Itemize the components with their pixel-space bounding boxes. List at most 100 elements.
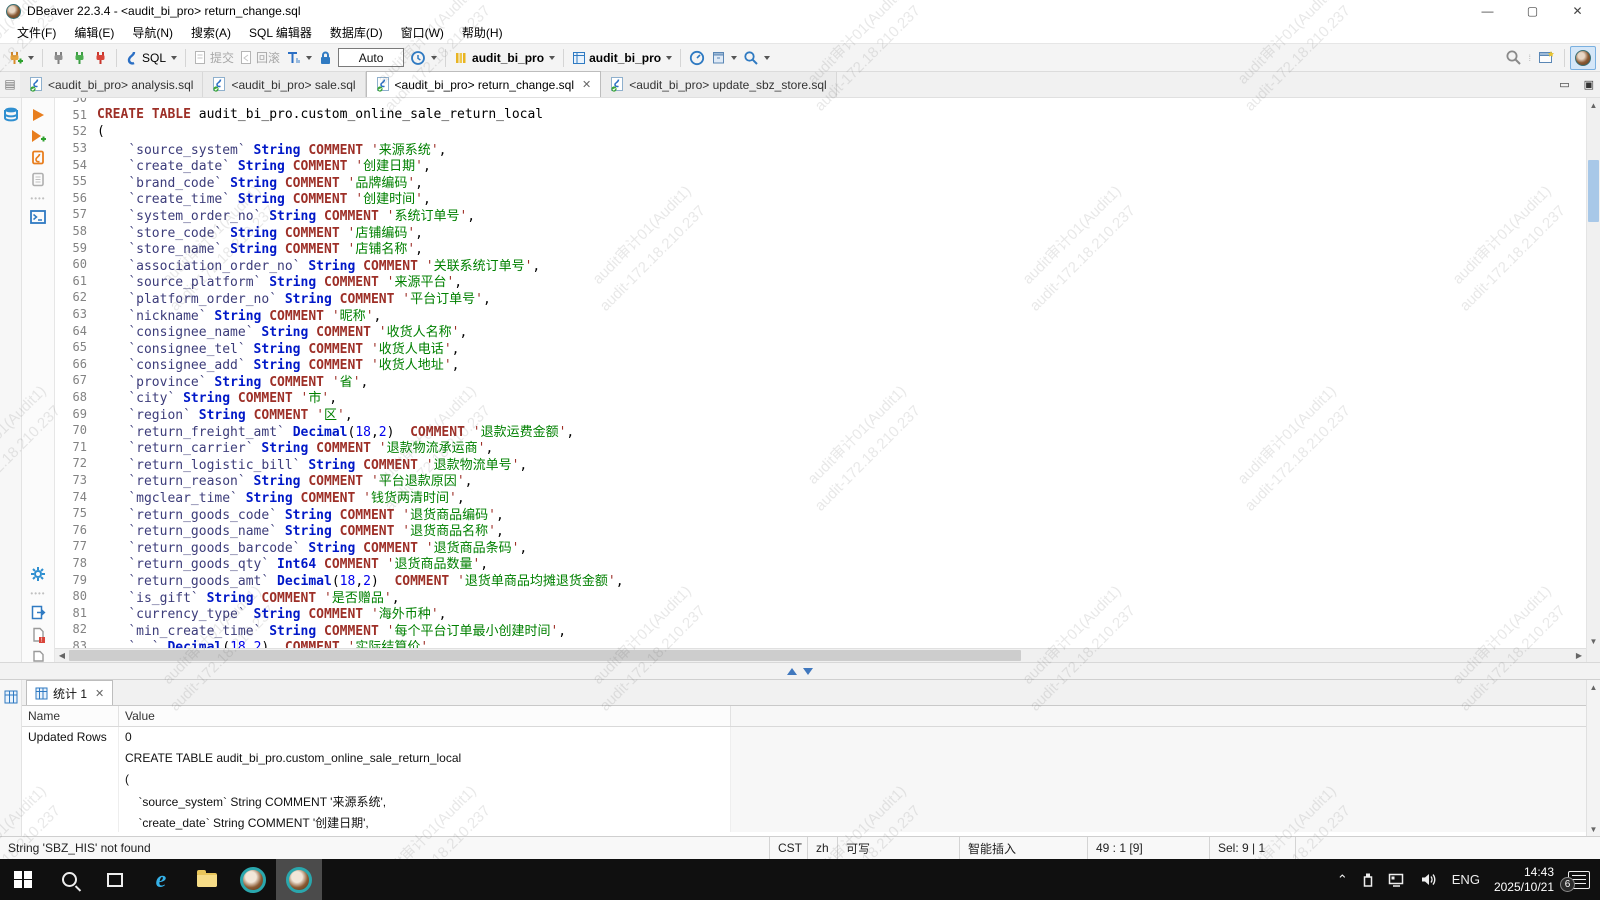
export-result-icon[interactable] [31,605,46,620]
scrollbar-thumb[interactable] [1588,160,1599,222]
code-line[interactable]: 65 `consignee_tel` String COMMENT '收货人电话… [55,339,1586,356]
minimize-panel-icon[interactable]: ▭ [1559,78,1569,91]
code-line[interactable]: 77 `return_goods_barcode` String COMMENT… [55,538,1586,555]
taskbar-search-button[interactable] [46,859,92,900]
close-icon[interactable]: ✕ [582,78,591,91]
log-file-icon[interactable] [31,650,46,662]
lock-button[interactable] [315,48,335,68]
menu-item-4[interactable]: SQL 编辑器 [240,22,321,43]
code-line[interactable]: 79 `return_goods_amt` Decimal(18,2) COMM… [55,571,1586,588]
tray-expand-chevron-icon[interactable]: ⌃ [1337,872,1348,888]
start-button[interactable] [0,859,46,900]
sql-editor-button[interactable]: SQL [122,48,180,68]
scroll-up-arrow[interactable]: ▲ [1587,680,1600,694]
code-line[interactable]: 70 `return_freight_amt` Decimal(18,2) CO… [55,422,1586,439]
scrollbar-thumb[interactable] [69,650,1021,661]
open-perspective-button[interactable] [1535,47,1559,68]
menu-item-6[interactable]: 窗口(W) [392,22,453,43]
code-line[interactable]: 51CREATE TABLE audit_bi_pro.custom_onlin… [55,107,1586,124]
column-header-name[interactable]: Name [22,706,119,726]
restore-down-icon[interactable] [803,668,813,675]
maximize-panel-icon[interactable]: ▣ [1584,78,1594,91]
code-line[interactable]: 64 `consignee_name` String COMMENT '收货人名… [55,322,1586,339]
editor-tab-1[interactable]: <audit_bi_pro> sale.sql [203,72,365,97]
rollback-button[interactable]: 回滚 [237,47,283,68]
table-row[interactable]: `source_system` String COMMENT '来源系统', [22,790,1586,811]
code-line[interactable]: 54 `create_date` String COMMENT '创建日期', [55,156,1586,173]
code-line[interactable]: 69 `region` String COMMENT '区', [55,405,1586,422]
code-line[interactable]: 52( [55,123,1586,140]
vertical-scrollbar[interactable]: ▲ ▼ [1586,98,1600,662]
connect-button[interactable] [48,48,69,68]
code-line[interactable]: 55 `brand_code` String COMMENT '品牌编码', [55,173,1586,190]
disconnect-button[interactable] [90,48,111,68]
editor-tab-3[interactable]: <audit_bi_pro> update_sbz_store.sql [601,72,836,97]
scroll-down-arrow[interactable]: ▼ [1587,634,1600,648]
speaker-icon[interactable] [1420,872,1438,887]
scroll-down-arrow[interactable]: ▼ [1587,822,1600,836]
code-line[interactable]: 76 `return_goods_name` String COMMENT '退… [55,521,1586,538]
code-line[interactable]: 68 `city` String COMMENT '市', [55,389,1586,406]
code-line[interactable]: 78 `return_goods_qty` Int64 COMMENT '退货商… [55,555,1586,572]
task-view-button[interactable] [92,859,138,900]
compile-button[interactable] [708,48,740,68]
code-line[interactable]: 60 `association_order_no` String COMMENT… [55,256,1586,273]
explain-plan-icon[interactable] [31,172,45,187]
scroll-right-arrow[interactable]: ▶ [1572,649,1586,662]
sql-editor[interactable]: 5051CREATE TABLE audit_bi_pro.custom_onl… [55,98,1586,648]
code-line[interactable]: 75 `return_goods_code` String COMMENT '退… [55,505,1586,522]
table-row[interactable]: ( [22,769,1586,790]
menu-item-1[interactable]: 编辑(E) [65,22,123,43]
column-header-value[interactable]: Value [119,706,731,726]
input-language-indicator[interactable]: ENG [1452,872,1480,887]
terminal-icon[interactable] [30,210,46,224]
taskbar-clock[interactable]: 14:43 2025/10/21 [1494,865,1554,895]
close-button[interactable]: ✕ [1555,0,1600,22]
editor-tab-0[interactable]: <audit_bi_pro> analysis.sql [20,72,203,97]
grid-view-icon[interactable] [4,690,18,704]
table-row[interactable]: Updated Rows0 [22,727,1586,748]
reconnect-button[interactable] [69,48,90,68]
horizontal-scrollbar[interactable]: ◀ ▶ [55,648,1586,662]
settings-gear-icon[interactable] [30,566,46,582]
scroll-up-arrow[interactable]: ▲ [1587,98,1600,112]
menu-item-5[interactable]: 数据库(D) [321,22,392,43]
menu-item-7[interactable]: 帮助(H) [453,22,512,43]
code-line[interactable]: 67 `province` String COMMENT '省', [55,372,1586,389]
file-explorer-button[interactable] [184,859,230,900]
code-line[interactable]: 57 `system_order_no` String COMMENT '系统订… [55,206,1586,223]
code-line[interactable]: 72 `return_logistic_bill` String COMMENT… [55,455,1586,472]
code-line[interactable]: 58 `store_code` String COMMENT '店铺编码', [55,223,1586,240]
code-line[interactable]: 59 `store_name` String COMMENT '店铺名称', [55,239,1586,256]
action-center-button[interactable]: 6 [1568,871,1590,889]
transaction-log-button[interactable] [283,48,315,68]
table-row[interactable]: `create_date` String COMMENT '创建日期', [22,811,1586,832]
transaction-mode-button[interactable] [407,48,440,68]
save-report-icon[interactable]: ! [31,627,46,643]
code-line[interactable]: 74 `mgclear_time` String COMMENT '钱货两清时间… [55,488,1586,505]
maximize-button[interactable]: ▢ [1510,0,1555,22]
close-icon[interactable]: ✕ [95,687,104,700]
dashboard-button[interactable] [686,48,708,68]
dbeaver-perspective-button[interactable] [1570,46,1596,70]
menu-item-0[interactable]: 文件(F) [8,22,65,43]
minimize-button[interactable]: — [1465,0,1510,22]
panel-sash[interactable] [0,662,1600,680]
code-line[interactable]: 62 `platform_order_no` String COMMENT '平… [55,289,1586,306]
usb-device-icon[interactable] [1362,872,1374,888]
menu-item-3[interactable]: 搜索(A) [182,22,240,43]
commit-button[interactable]: 提交 [191,47,237,68]
execute-script-icon[interactable] [31,150,45,165]
network-icon[interactable] [1388,873,1406,887]
execute-statement-icon[interactable] [31,108,45,122]
code-line[interactable]: 56 `create_time` String COMMENT '创建时间', [55,190,1586,207]
dbeaver-taskbar-button-active[interactable] [276,859,322,900]
code-line[interactable]: 83 `……` Decimal(18,2) COMMENT '实际结算价', [55,638,1586,648]
table-row[interactable]: CREATE TABLE audit_bi_pro.custom_online_… [22,748,1586,769]
execute-new-tab-icon[interactable] [30,129,46,143]
tab-statistics[interactable]: 统计 1 ✕ [26,680,113,705]
code-line[interactable]: 71 `return_carrier` String COMMENT '退款物流… [55,438,1586,455]
database-navigator-icon[interactable] [3,106,19,122]
connection-selector[interactable]: audit_bi_pro [451,48,558,68]
search-metadata-button[interactable] [740,48,773,68]
